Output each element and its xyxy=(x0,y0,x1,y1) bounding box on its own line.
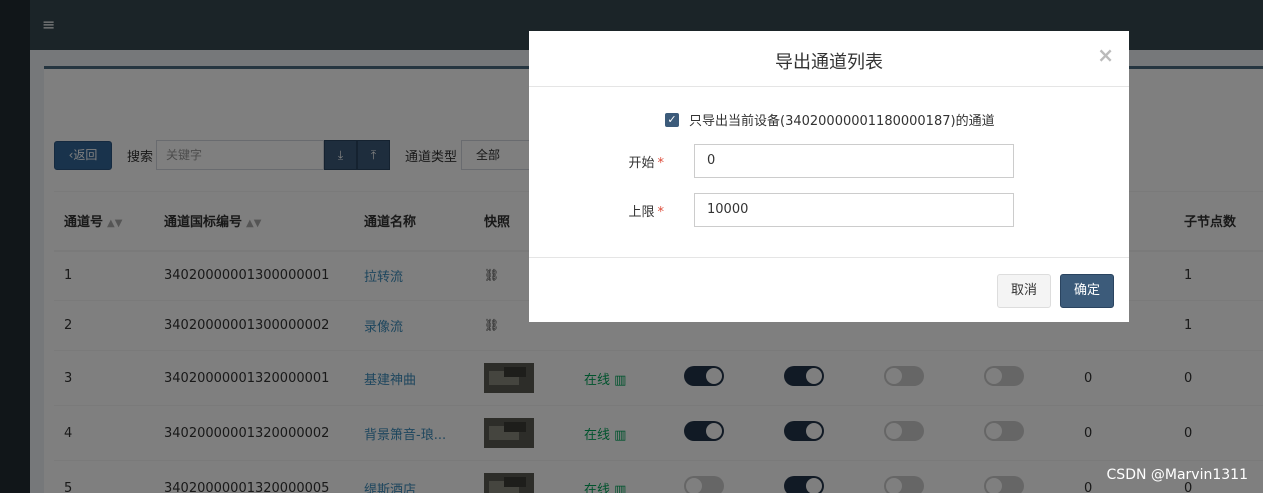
checkbox-label: 只导出当前设备(34020000001180000187)的通道 xyxy=(689,114,995,129)
modal-title: 导出通道列表 xyxy=(775,52,883,73)
limit-row: 上限 * 10000 xyxy=(529,193,1129,227)
close-icon[interactable]: × xyxy=(1097,43,1114,67)
checkbox-checked-icon[interactable]: ✓ xyxy=(665,112,679,127)
cancel-button[interactable]: 取消 xyxy=(997,274,1051,308)
limit-input[interactable]: 10000 xyxy=(694,193,1014,227)
confirm-button[interactable]: 确定 xyxy=(1060,274,1114,308)
modal-footer: 取消 确定 xyxy=(529,257,1129,322)
start-row: 开始 * 0 xyxy=(529,144,1129,178)
limit-label: 上限 * xyxy=(628,205,664,220)
start-label: 开始 * xyxy=(628,156,664,171)
export-current-device-option[interactable]: ✓ 只导出当前设备(34020000001180000187)的通道 xyxy=(665,110,995,129)
modal-header: 导出通道列表 × xyxy=(529,31,1129,87)
start-input[interactable]: 0 xyxy=(694,144,1014,178)
export-channel-dialog: 导出通道列表 × ✓ 只导出当前设备(34020000001180000187)… xyxy=(529,31,1129,322)
watermark: CSDN @Marvin1311 xyxy=(1106,467,1248,483)
